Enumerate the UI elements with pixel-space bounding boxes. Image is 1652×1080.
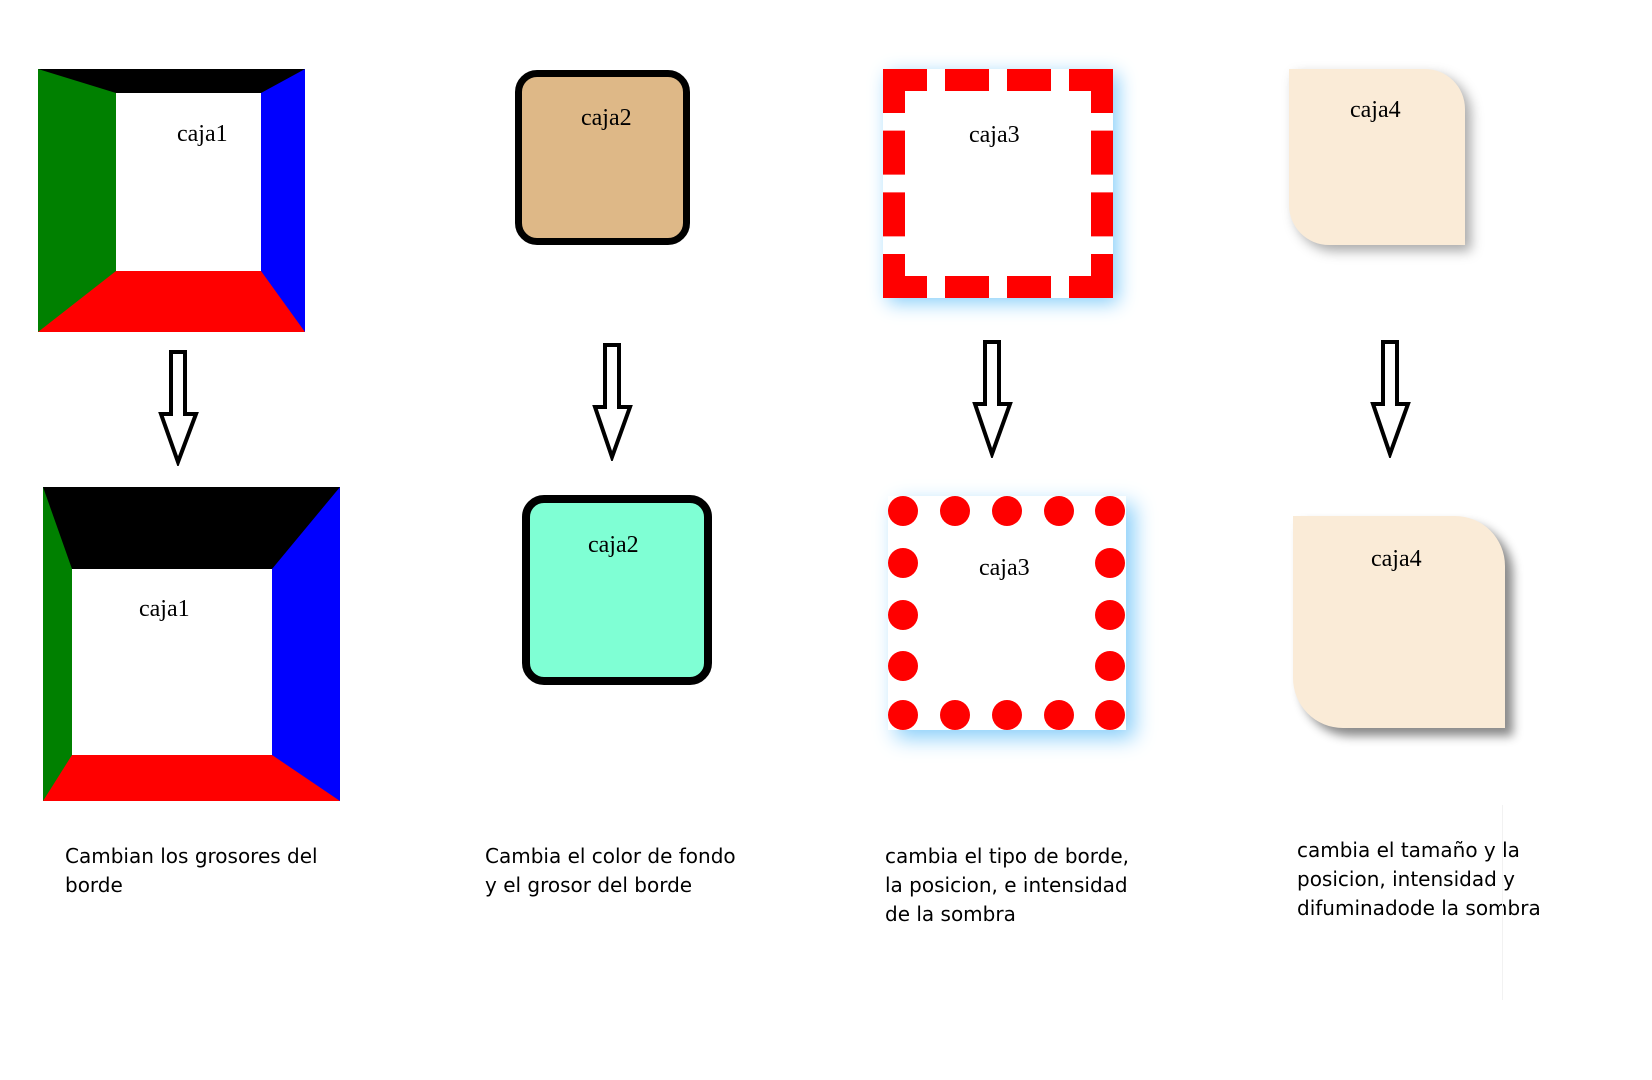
dotted-border-dot [1095,600,1125,630]
caption-caja3-line-1: cambia el tipo de borde, [885,844,1130,868]
caja2-before-box [515,70,690,245]
caption-caja4: cambia el tamaño y la posicion, intensid… [1297,836,1541,923]
divider-line [1502,805,1503,1000]
caja2-before-label: caja2 [581,105,632,131]
down-arrow-icon [158,350,199,466]
caja3-before-label: caja3 [969,122,1020,148]
dotted-border-dot [1095,651,1125,681]
caja3-before-box [883,69,1113,298]
caption-caja2: Cambia el color de fondo y el grosor del… [485,842,736,900]
caja1-after-box [43,487,340,801]
caja1-before-label: caja1 [177,121,228,147]
caption-caja3: cambia el tipo de borde, la posicion, e … [885,842,1129,929]
caption-caja4-line-3: difuminadode la sombra [1297,896,1541,920]
dotted-border-dot [888,548,918,578]
caja3-after-label: caja3 [979,555,1030,581]
dotted-border-dot [888,651,918,681]
dotted-border-dot [992,496,1022,526]
dotted-border-dot [1044,700,1074,730]
dotted-border-dot [940,496,970,526]
caption-caja3-line-3: de la sombra [885,902,1016,926]
caja2-after-box [522,495,712,685]
caja2-after-label: caja2 [588,532,639,558]
dotted-border-dot [888,600,918,630]
dotted-border-dot [1044,496,1074,526]
caption-caja4-line-1: cambia el tamaño y la [1297,838,1520,862]
caption-caja3-line-2: la posicion, e intensidad [885,873,1128,897]
down-arrow-icon [972,340,1013,458]
down-arrow-icon [592,343,633,461]
dotted-border-dot [940,700,970,730]
caja1-after-label: caja1 [139,596,190,622]
dotted-border-dot [888,700,918,730]
caption-caja1-line-1: Cambian los grosores del [65,844,318,868]
dotted-border-dot [1095,700,1125,730]
caja4-before-box [1289,69,1465,245]
caption-caja2-line-2: y el grosor del borde [485,873,693,897]
caja1-before-box [38,69,305,332]
dotted-border-dot [1095,496,1125,526]
caption-caja2-line-1: Cambia el color de fondo [485,844,736,868]
dotted-border-dot [992,700,1022,730]
caption-caja1-line-2: borde [65,873,123,897]
dotted-border-dot [888,496,918,526]
caja4-after-label: caja4 [1371,546,1422,572]
dotted-border-dot [1095,548,1125,578]
caja3-after-box [888,496,1126,730]
down-arrow-icon [1370,340,1411,458]
caption-caja4-line-2: posicion, intensidad y [1297,867,1515,891]
caja4-before-label: caja4 [1350,97,1401,123]
caption-caja1: Cambian los grosores del borde [65,842,318,900]
